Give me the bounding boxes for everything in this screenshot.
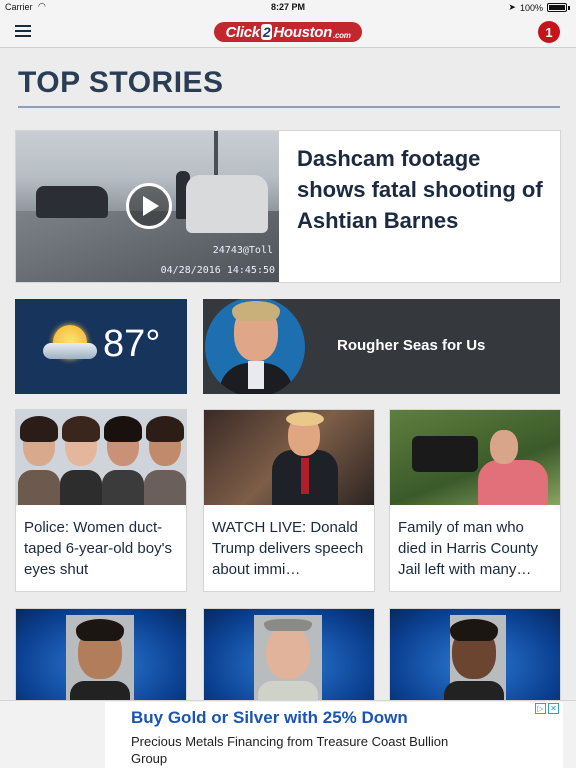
ad-headline[interactable]: Buy Gold or Silver with 25% Down	[131, 708, 408, 728]
ad-banner[interactable]: Buy Gold or Silver with 25% Down Preciou…	[0, 700, 576, 768]
ad-body: Precious Metals Financing from Treasure …	[131, 734, 449, 766]
temperature: 87°	[103, 323, 161, 365]
hero-story-card[interactable]: 24743@Toll 04/28/2016 14:45:50 Dashcam f…	[15, 130, 561, 283]
ad-controls: ▷ ✕	[535, 703, 559, 714]
trump-thumbnail	[204, 410, 374, 505]
promo-title: Rougher Seas for Us	[337, 337, 486, 354]
weather-tile[interactable]: 87°	[15, 299, 187, 394]
video-stamp-date: 04/28/2016 14:45:50	[160, 265, 275, 276]
ad-content[interactable]: Buy Gold or Silver with 25% Down Preciou…	[105, 702, 563, 768]
mugshots-thumbnail	[16, 410, 186, 505]
section-title: TOP STORIES	[18, 66, 224, 99]
story-headline: WATCH LIVE: Donald Trump delivers speech…	[212, 519, 364, 578]
click2houston-logo[interactable]: Click 2 Houston .com	[214, 22, 362, 42]
partly-sunny-icon	[43, 321, 97, 369]
notification-badge[interactable]: 1	[538, 21, 560, 43]
anchor-avatar	[203, 299, 315, 394]
logo-com: .com	[333, 30, 351, 40]
status-bar: Carrier ◠ 8:27 PM ➤ 100%	[0, 0, 576, 16]
location-icon: ➤	[508, 2, 516, 12]
nav-bar: Click 2 Houston .com 1	[0, 16, 576, 48]
story-card[interactable]: Police: Women duct-taped 6-year-old boy'…	[15, 409, 187, 592]
story-headline: Family of man who died in Harris County …	[398, 519, 539, 578]
play-icon[interactable]	[126, 183, 172, 229]
menu-icon[interactable]	[15, 25, 31, 39]
family-thumbnail	[390, 410, 560, 505]
story-tile[interactable]	[389, 608, 561, 703]
status-right: ➤ 100%	[508, 2, 570, 13]
video-stamp-id: 24743@Toll	[212, 245, 273, 256]
section-divider	[18, 106, 560, 108]
story-tile[interactable]	[15, 608, 187, 703]
rougher-seas-promo[interactable]: Rougher Seas for Us	[203, 299, 560, 394]
adchoices-icon[interactable]: ▷	[535, 703, 546, 714]
hero-headline[interactable]: Dashcam footage shows fatal shooting of …	[297, 143, 547, 236]
logo-two: 2	[260, 24, 273, 40]
story-tile[interactable]	[203, 608, 375, 703]
hero-video-thumbnail[interactable]: 24743@Toll 04/28/2016 14:45:50	[16, 131, 279, 282]
story-card[interactable]: Family of man who died in Harris County …	[389, 409, 561, 592]
logo-click: Click	[225, 23, 260, 41]
close-icon[interactable]: ✕	[548, 703, 559, 714]
battery-percent: 100%	[519, 2, 543, 13]
story-card[interactable]: WATCH LIVE: Donald Trump delivers speech…	[203, 409, 375, 592]
battery-icon	[547, 3, 567, 12]
story-headline: Police: Women duct-taped 6-year-old boy'…	[24, 519, 172, 578]
logo-houston: Houston	[273, 23, 333, 41]
clock: 8:27 PM	[270, 2, 305, 12]
